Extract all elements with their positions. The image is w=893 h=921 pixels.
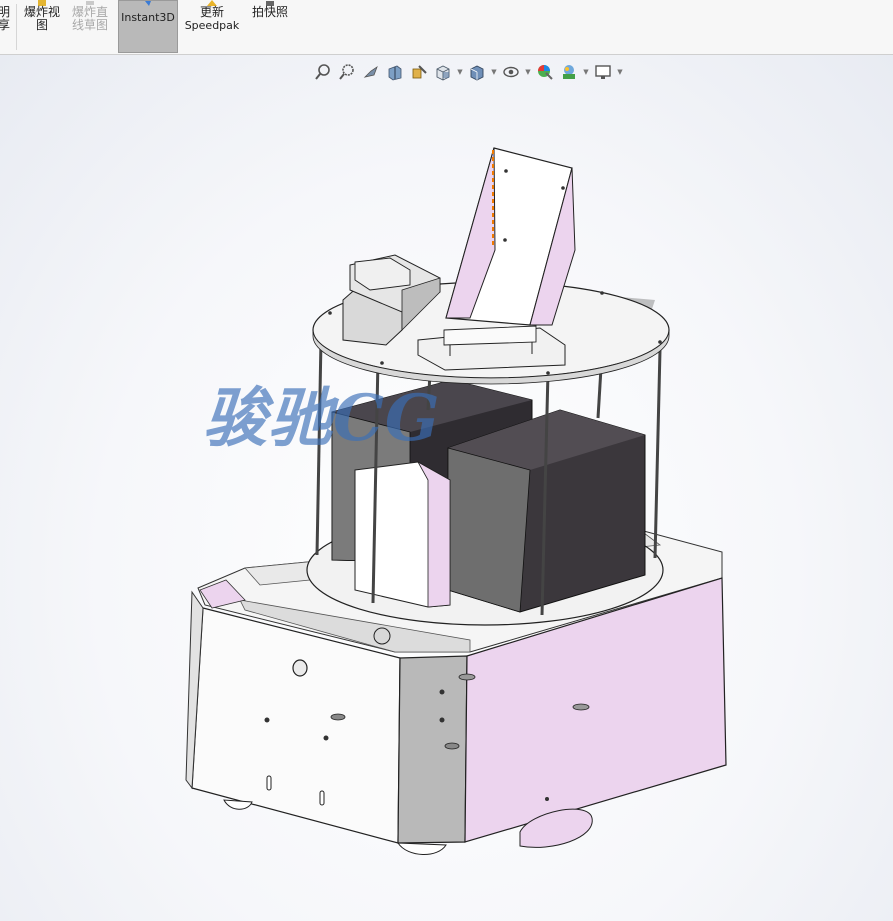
front-slot-right bbox=[319, 790, 325, 806]
partial-ribbon-button[interactable]: 明 享 bbox=[0, 0, 12, 53]
front-screw bbox=[323, 735, 329, 741]
standoff bbox=[653, 349, 662, 559]
explode-line-sketch-label-2: 线草图 bbox=[71, 18, 108, 32]
update-speedpak-button[interactable]: 更新 Speedpak bbox=[183, 0, 241, 53]
front-wheel bbox=[397, 842, 447, 855]
partial-ribbon-button-label-2: 享 bbox=[0, 18, 10, 32]
ribbon-separator bbox=[16, 4, 17, 50]
front-sensor-port bbox=[373, 627, 391, 645]
graphics-viewport[interactable]: ▼ ▼ ▼ ▼ ▼ 骏驰CG bbox=[0, 55, 893, 921]
take-snapshot-label: 拍快照 bbox=[251, 5, 288, 19]
exploded-view-label-2: 图 bbox=[35, 18, 48, 32]
instant3d-label: Instant3D bbox=[121, 11, 175, 24]
front-round-hole bbox=[292, 659, 308, 677]
side-screw bbox=[545, 797, 549, 801]
side-bolt bbox=[458, 673, 476, 681]
side-bolt bbox=[572, 703, 590, 711]
corner-bolt bbox=[444, 742, 460, 750]
watermark: 骏驰CG bbox=[203, 381, 441, 456]
front-bolt bbox=[330, 713, 346, 721]
exploded-view-button[interactable]: 爆炸视 图 bbox=[20, 0, 64, 53]
base-corner-panel bbox=[397, 655, 468, 844]
front-screw bbox=[264, 717, 270, 723]
instant3d-button[interactable]: Instant3D bbox=[118, 0, 178, 53]
corner-screw bbox=[439, 689, 445, 695]
take-snapshot-button[interactable]: 拍快照 bbox=[246, 0, 294, 53]
standoff bbox=[596, 367, 603, 419]
left-wheel bbox=[223, 799, 253, 810]
corner-screw bbox=[439, 717, 445, 723]
update-speedpak-label-2: Speedpak bbox=[184, 19, 240, 32]
explode-line-sketch-button[interactable]: 爆炸直 线草图 bbox=[67, 0, 113, 53]
robot-assembly-model[interactable] bbox=[0, 55, 893, 921]
update-speedpak-label-1: 更新 bbox=[199, 5, 224, 19]
front-slot-left bbox=[266, 775, 272, 791]
main-controller-side bbox=[447, 447, 531, 613]
instant3d-icon bbox=[145, 1, 151, 6]
command-manager-ribbon: 明 享 爆炸视 图 爆炸直 线草图 Instant3D 更新 Speedpak … bbox=[0, 0, 893, 55]
